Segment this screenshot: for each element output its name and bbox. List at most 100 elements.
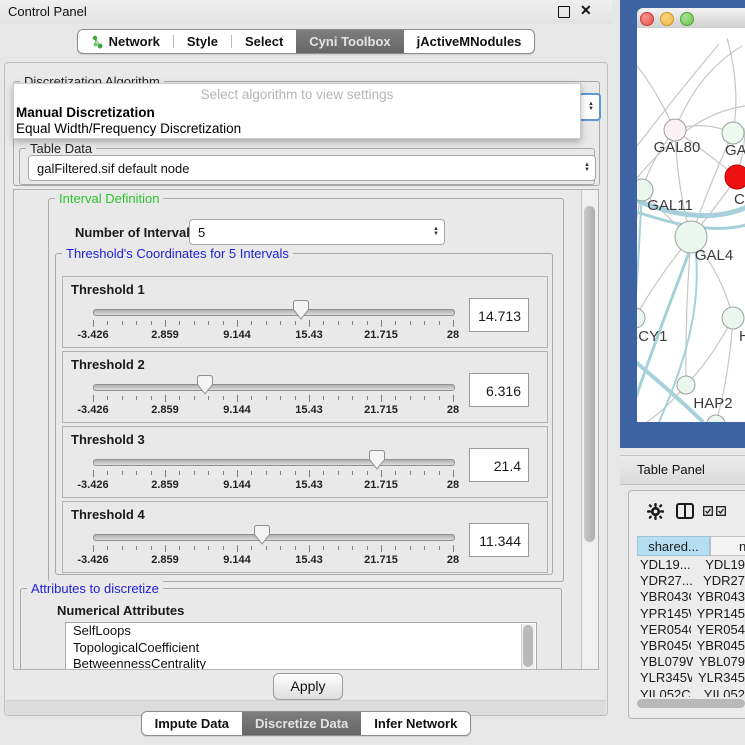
slider-tick-labels: -3.4262.8599.14415.4321.71528 xyxy=(93,404,454,416)
table-data-combobox[interactable]: galFiltered.sif default node ▲▼ xyxy=(28,155,596,181)
list-item[interactable]: SelfLoops xyxy=(66,623,536,640)
table-horizontal-scrollbar[interactable] xyxy=(633,697,745,710)
table-row[interactable]: YBR045CYBR045 xyxy=(637,638,745,654)
top-tabbar: Network StyleSelectCyni Toolbox jActiveMNo… xyxy=(77,29,536,54)
network-node-h[interactable] xyxy=(722,307,744,329)
slider-thumb[interactable] xyxy=(254,525,270,545)
slider-thumb[interactable] xyxy=(369,450,385,470)
combo-stepper-icon[interactable]: ▲▼ xyxy=(584,156,590,180)
network-node-ga[interactable] xyxy=(722,122,744,144)
tick-mark xyxy=(93,320,94,327)
threshold-label: Threshold 4 xyxy=(71,507,145,522)
tick-mark xyxy=(338,321,339,325)
split-columns-icon[interactable] xyxy=(676,503,694,519)
tab-network[interactable]: Network xyxy=(78,30,173,53)
zoom-traffic-light-icon[interactable] xyxy=(680,12,694,26)
checkbox-columns-icon[interactable] xyxy=(703,506,727,516)
attributes-list-scrollbar[interactable] xyxy=(521,624,535,670)
network-node-gal80[interactable] xyxy=(664,119,686,141)
tick-mark xyxy=(395,321,396,325)
tick-mark xyxy=(323,396,324,400)
list-item[interactable]: TopologicalCoefficient xyxy=(66,640,536,657)
minimize-traffic-light-icon[interactable] xyxy=(660,12,674,26)
combo-stepper-icon[interactable]: ▲▼ xyxy=(433,220,439,244)
num-intervals-value: 5 xyxy=(198,225,205,240)
tick-mark xyxy=(410,396,411,400)
tick-label: 9.144 xyxy=(223,554,251,566)
apply-button[interactable]: Apply xyxy=(273,673,343,700)
tick-mark xyxy=(424,321,425,325)
slider-ticks xyxy=(93,470,454,479)
network-node-hap2[interactable] xyxy=(677,376,695,394)
table-row[interactable]: YIL052CYIL052 xyxy=(637,687,745,698)
bottom-tab-impute-data[interactable]: Impute Data xyxy=(142,712,242,735)
num-intervals-combobox[interactable]: 5 ▲▼ xyxy=(189,219,445,245)
tab-style[interactable]: Style xyxy=(174,30,231,53)
popup-option-manual[interactable]: Manual Discretization xyxy=(16,105,155,120)
tick-label: 15.43 xyxy=(295,329,323,341)
cell-shared-name: YDR27... xyxy=(637,573,697,589)
threshold-label: Threshold 3 xyxy=(71,432,145,447)
slider-track[interactable] xyxy=(93,534,455,541)
tick-mark xyxy=(367,471,368,475)
list-item[interactable]: BetweennessCentrality xyxy=(66,656,536,670)
column-header-name[interactable]: na xyxy=(710,536,745,556)
network-window-titlebar[interactable] xyxy=(637,8,745,29)
close-icon[interactable]: ✕ xyxy=(580,2,592,19)
table-row[interactable]: YBR043CYBR043 xyxy=(637,589,745,605)
threshold-value-field[interactable]: 14.713 xyxy=(469,298,529,332)
slider-track[interactable] xyxy=(93,459,455,466)
tab-label: jActiveMNodules xyxy=(417,34,522,49)
slider-track[interactable] xyxy=(93,384,455,391)
float-window-icon[interactable] xyxy=(558,6,570,18)
column-header-shared[interactable]: shared... xyxy=(637,536,710,556)
network-node[interactable] xyxy=(707,415,725,422)
table-row[interactable]: YDR27...YDR27 xyxy=(637,573,745,589)
gear-icon[interactable] xyxy=(647,503,664,520)
attributes-group-label: Attributes to discretize xyxy=(27,581,163,596)
tick-mark xyxy=(223,546,224,550)
table-row[interactable]: YDL19...YDL19 xyxy=(637,557,745,573)
tick-label: -3.426 xyxy=(77,404,108,416)
tick-label: 28 xyxy=(447,329,459,341)
network-canvas[interactable]: GAL80GACGAL11GAL4GCY1HHAP2 xyxy=(637,28,745,422)
top-tab-strip: Network StyleSelectCyni Toolbox jActiveMNo… xyxy=(0,29,612,54)
close-traffic-light-icon[interactable] xyxy=(640,12,654,26)
threshold-value-field[interactable]: 21.4 xyxy=(469,448,529,482)
tick-mark xyxy=(439,471,440,475)
network-node-gcy1[interactable] xyxy=(637,308,645,328)
interval-definition-group: Interval Definition Number of Intervals … xyxy=(48,198,564,582)
slider-track[interactable] xyxy=(93,309,455,316)
settings-vertical-scrollbar[interactable] xyxy=(581,190,598,669)
network-edge[interactable] xyxy=(686,318,733,385)
slider-thumb[interactable] xyxy=(197,375,213,395)
tab-select[interactable]: Select xyxy=(232,30,296,53)
tick-mark xyxy=(424,471,425,475)
tick-mark xyxy=(151,396,152,400)
scrollbar-thumb[interactable] xyxy=(584,206,595,542)
tick-label: 2.859 xyxy=(151,479,179,491)
table-row[interactable]: YBL079WYBL079 xyxy=(637,654,745,670)
control-panel-titlebar: Control Panel ✕ xyxy=(0,0,612,24)
bottom-tab-infer-network[interactable]: Infer Network xyxy=(361,712,470,735)
popup-option-equal-width[interactable]: Equal Width/Frequency Discretization xyxy=(16,121,241,136)
tab-label: Network xyxy=(109,34,160,49)
numerical-attributes-list: SelfLoopsTopologicalCoefficientBetweenne… xyxy=(65,622,537,670)
tick-mark xyxy=(439,396,440,400)
tick-label: 9.144 xyxy=(223,479,251,491)
tab-jactivemnodules[interactable]: jActiveMNodules xyxy=(404,30,535,53)
threshold-value-field[interactable]: 11.344 xyxy=(469,523,529,557)
table-row[interactable]: YLR345WYLR345 xyxy=(637,670,745,686)
tick-label: 21.715 xyxy=(364,329,398,341)
table-row[interactable]: YER054CYER054 xyxy=(637,622,745,638)
slider-thumb[interactable] xyxy=(293,300,309,320)
combo-stepper-icon[interactable]: ▲▼ xyxy=(588,95,594,119)
tick-label: 21.715 xyxy=(364,554,398,566)
threshold-value-field[interactable]: 6.316 xyxy=(469,373,529,407)
tick-mark xyxy=(165,470,166,477)
bottom-tab-discretize-data[interactable]: Discretize Data xyxy=(242,712,361,735)
tab-cyni-toolbox[interactable]: Cyni Toolbox xyxy=(296,30,403,53)
network-node-c[interactable] xyxy=(725,165,745,189)
tick-mark xyxy=(151,471,152,475)
table-row[interactable]: YPR145WYPR145 xyxy=(637,606,745,622)
